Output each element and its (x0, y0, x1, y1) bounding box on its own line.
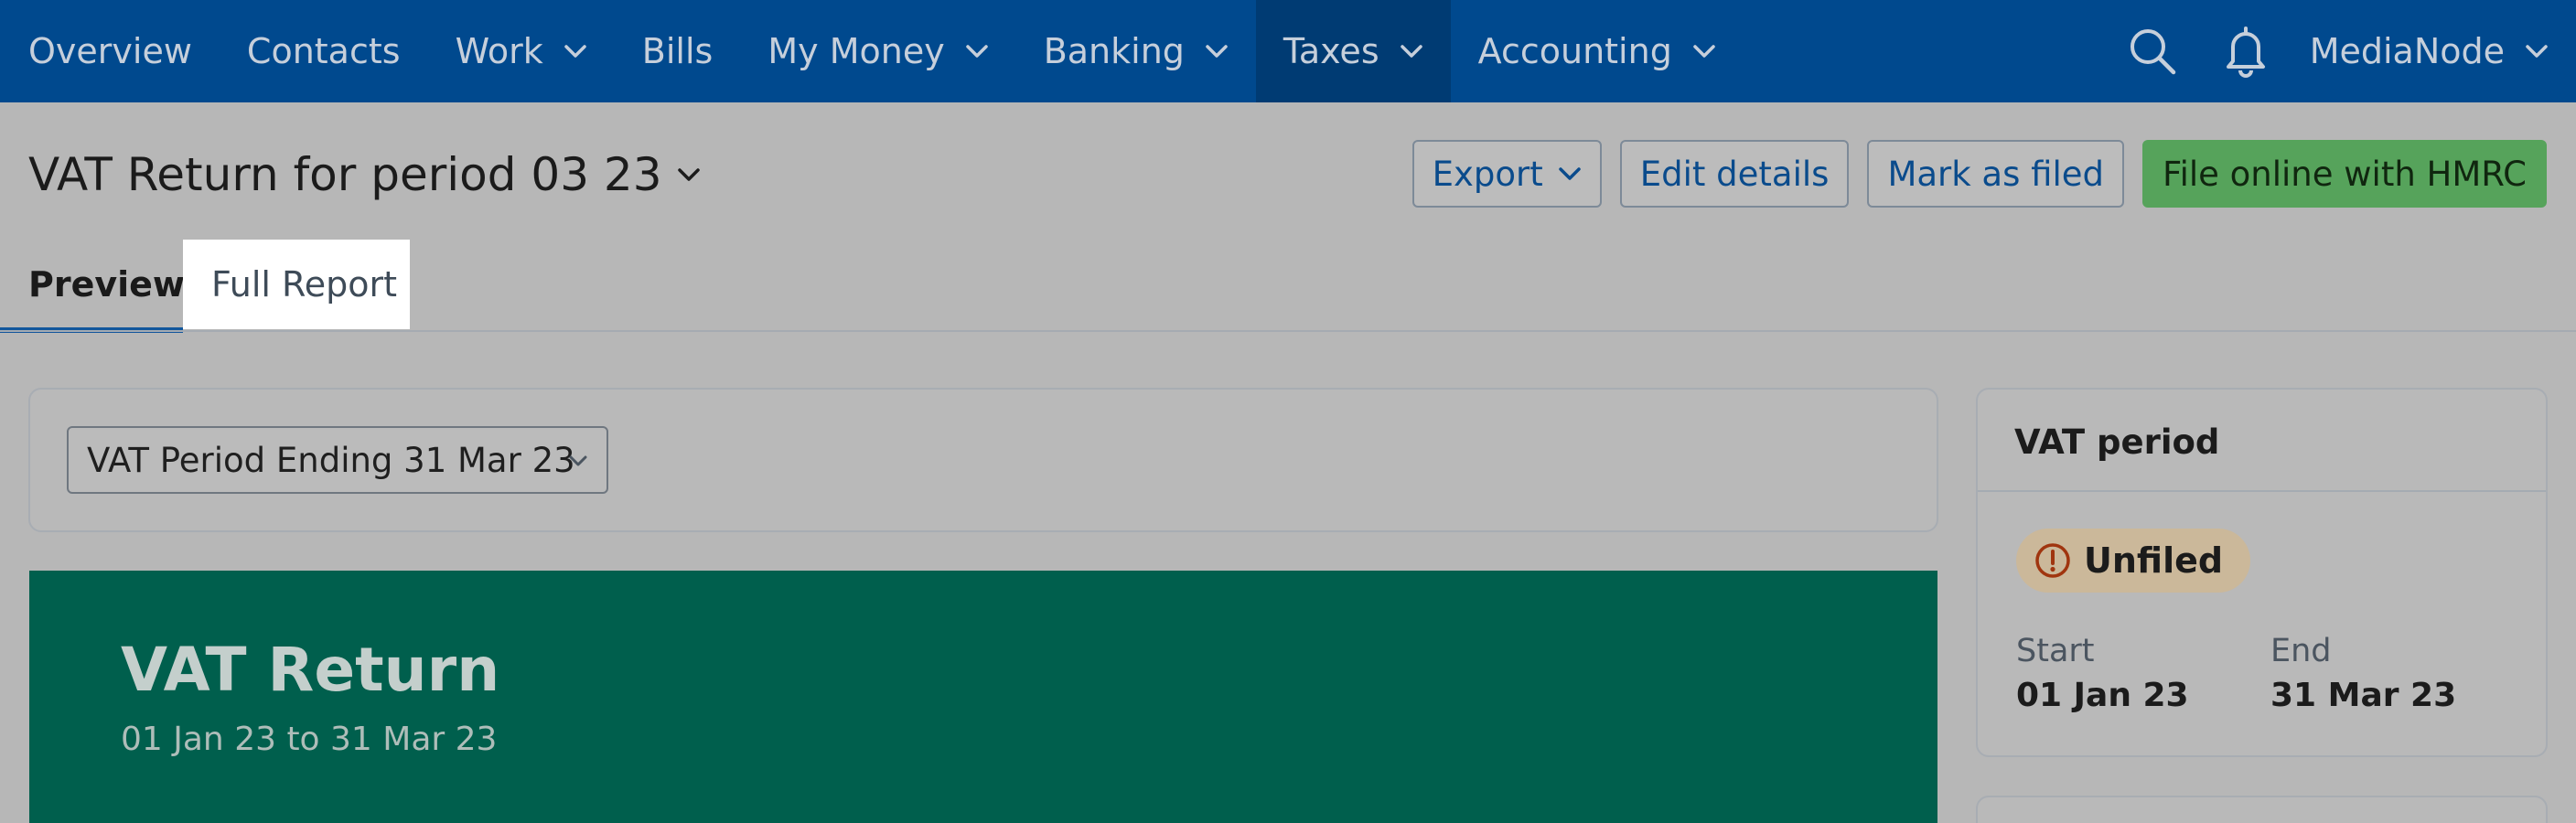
chevron-down-icon (1400, 43, 1423, 59)
chevron-down-icon (1692, 43, 1716, 59)
report-tabs: Preview Full Report (0, 240, 2576, 333)
mark-as-filed-button[interactable]: Mark as filed (1867, 140, 2124, 208)
start-value: 01 Jan 23 (2016, 677, 2189, 714)
start-label: Start (2016, 633, 2095, 669)
export-button[interactable]: Export (1411, 140, 1602, 208)
nav-right-tools: MediaNode (2125, 0, 2576, 102)
nav-overview-label: Overview (28, 31, 192, 71)
nav-accounting-label: Accounting (1477, 31, 1672, 71)
nav-taxes[interactable]: Taxes (1255, 0, 1451, 102)
page-title[interactable]: VAT Return for period 03 23 (28, 148, 701, 201)
chevron-down-icon (1205, 43, 1229, 59)
nav-accounting[interactable]: Accounting (1451, 0, 1744, 102)
user-menu[interactable]: MediaNode (2310, 31, 2576, 71)
status-badge-label: Unfiled (2084, 540, 2224, 581)
vat-period-title: VAT period (2014, 422, 2220, 462)
chevron-down-icon (2525, 43, 2549, 59)
tab-full-report-label: Full Report (211, 264, 398, 305)
vat-period-select-value: VAT Period Ending 31 Mar 23 (87, 440, 575, 480)
file-online-label: File online with HMRC (2162, 154, 2527, 194)
chevron-down-icon (1558, 166, 1582, 182)
secondary-side-panel (1976, 796, 2548, 823)
nav-my-money-label: My Money (767, 31, 945, 71)
nav-overview[interactable]: Overview (0, 0, 220, 102)
vat-period-panel: VAT period Unfiled Start 01 Jan 23 End 3… (1976, 388, 2548, 757)
nav-contacts[interactable]: Contacts (220, 0, 428, 102)
tab-preview-label: Preview (28, 264, 186, 305)
file-online-button[interactable]: File online with HMRC (2141, 140, 2547, 208)
panel-divider (1978, 490, 2546, 492)
edit-details-label: Edit details (1639, 154, 1830, 194)
tab-full-report[interactable]: Full Report (183, 240, 410, 329)
nav-bills[interactable]: Bills (615, 0, 741, 102)
header-actions: Export Edit details Mark as filed File o… (1411, 140, 2547, 208)
chevron-down-icon (568, 454, 592, 470)
chevron-down-icon (965, 43, 989, 59)
nav-banking-label: Banking (1043, 31, 1185, 71)
page-title-text: VAT Return for period 03 23 (28, 148, 662, 201)
banner-date-range: 01 Jan 23 to 31 Mar 23 (121, 721, 498, 758)
export-label: Export (1432, 154, 1543, 194)
nav-work[interactable]: Work (428, 0, 615, 102)
nav-contacts-label: Contacts (246, 31, 401, 71)
banner-title: VAT Return (121, 635, 500, 705)
chevron-down-icon (564, 43, 587, 59)
nav-taxes-label: Taxes (1283, 31, 1379, 71)
vat-return-banner: VAT Return 01 Jan 23 to 31 Mar 23 (29, 571, 1937, 823)
nav-bills-label: Bills (641, 31, 714, 71)
nav-banking[interactable]: Banking (1016, 0, 1256, 102)
nav-my-money[interactable]: My Money (740, 0, 1015, 102)
user-name: MediaNode (2309, 31, 2505, 71)
tab-preview[interactable]: Preview (0, 240, 186, 333)
bell-icon[interactable] (2218, 24, 2273, 79)
top-navigation: Overview Contacts Work Bills My Money Ba… (0, 0, 2576, 102)
status-badge: Unfiled (2016, 529, 2251, 593)
mark-as-filed-label: Mark as filed (1887, 154, 2104, 194)
nav-work-label: Work (455, 31, 543, 71)
tabs-divider (0, 330, 2576, 332)
end-value: 31 Mar 23 (2270, 677, 2457, 714)
search-icon[interactable] (2125, 24, 2180, 79)
chevron-down-icon (677, 166, 701, 183)
vat-period-select[interactable]: VAT Period Ending 31 Mar 23 (67, 426, 608, 494)
period-filter-panel: VAT Period Ending 31 Mar 23 (28, 388, 1938, 532)
edit-details-button[interactable]: Edit details (1619, 140, 1850, 208)
end-label: End (2270, 633, 2332, 669)
warning-icon (2034, 542, 2071, 579)
